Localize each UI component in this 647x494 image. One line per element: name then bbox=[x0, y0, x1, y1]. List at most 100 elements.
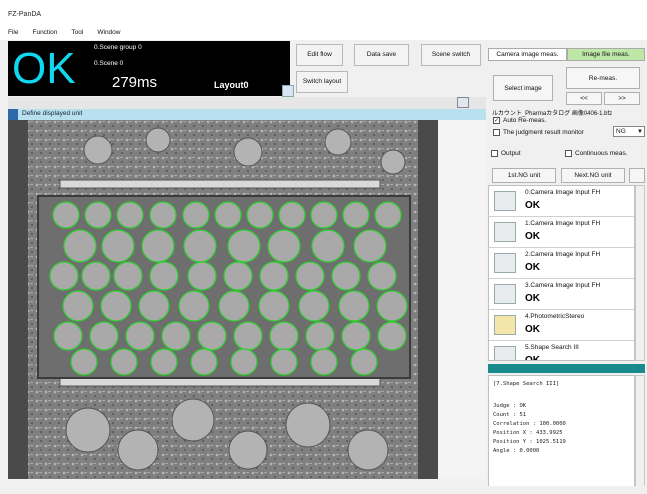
re-meas-button[interactable]: Re-meas. bbox=[566, 67, 640, 89]
auto-remeas-checkbox[interactable]: ✓ Auto Re-meas. bbox=[493, 117, 546, 124]
auto-remeas-label: Auto Re-meas. bbox=[503, 117, 547, 124]
unit-name: 4.PhotometricStereo bbox=[525, 313, 585, 320]
list-item[interactable]: 3.Camera Image Input FH OK bbox=[489, 279, 634, 310]
list-item[interactable]: 4.PhotometricStereo OK bbox=[489, 310, 634, 341]
detected-tablet bbox=[223, 261, 253, 291]
detected-tablet bbox=[141, 229, 175, 263]
detected-tablet bbox=[295, 261, 325, 291]
detected-tablet bbox=[53, 321, 83, 351]
detected-tablet bbox=[353, 229, 387, 263]
unit-name: 5.Shape Search III bbox=[525, 344, 579, 351]
image-file-path: ルカウント_Pharmaカタログ 画像0406-1.bfz bbox=[492, 111, 613, 117]
menu-tool[interactable]: Tool bbox=[63, 26, 89, 40]
detected-tablet bbox=[230, 348, 258, 376]
detected-tablet bbox=[367, 261, 397, 291]
unit-result: OK bbox=[525, 324, 540, 335]
list-item[interactable]: 1.Camera Image Input FH OK bbox=[489, 217, 634, 248]
checkmark-icon: ✓ bbox=[493, 117, 500, 124]
list-item[interactable]: 5.Shape Search III OK bbox=[489, 341, 634, 361]
menu-function[interactable]: Function bbox=[24, 26, 63, 40]
detail-line: Position X : 433.9925 bbox=[493, 430, 563, 436]
detected-tablet bbox=[138, 290, 170, 322]
unit-result: OK bbox=[525, 293, 540, 304]
detected-tablet bbox=[49, 261, 79, 291]
detected-tablet bbox=[150, 348, 178, 376]
detected-tablet bbox=[81, 261, 111, 291]
viewer-tag-icon bbox=[8, 109, 18, 120]
chevron-down-icon: ▼ bbox=[637, 129, 643, 135]
data-save-button[interactable]: Data save bbox=[354, 44, 409, 66]
output-label: Output bbox=[501, 150, 521, 157]
camera-icon bbox=[494, 253, 516, 273]
detail-line: Judge : OK bbox=[493, 403, 527, 409]
continuous-meas-label: Continuous meas. bbox=[575, 150, 628, 157]
detected-tablet bbox=[305, 321, 335, 351]
switch-layout-button[interactable]: Switch layout bbox=[296, 71, 348, 93]
detected-tablet bbox=[110, 348, 138, 376]
detected-tablet bbox=[182, 201, 210, 229]
detected-tablet bbox=[246, 201, 274, 229]
judgement-status-panel: OK 0.Scene group 0 0.Scene 0 279ms Layou… bbox=[8, 41, 294, 97]
edit-flow-button[interactable]: Edit flow bbox=[296, 44, 343, 66]
tab-camera-image-meas[interactable]: Camera image meas. bbox=[488, 48, 567, 61]
detail-scrollbar[interactable] bbox=[635, 375, 645, 489]
detail-line: Correlation : 100.0000 bbox=[493, 421, 566, 427]
detected-tablet bbox=[331, 261, 361, 291]
detected-tablet bbox=[113, 261, 143, 291]
unit-result: OK bbox=[525, 262, 540, 273]
detected-tablet bbox=[190, 348, 218, 376]
menu-bar: File Function Tool Window bbox=[0, 26, 647, 40]
detected-tablet bbox=[233, 321, 263, 351]
viewer-side-panel bbox=[438, 120, 486, 479]
tab-image-file-meas[interactable]: Image file meas. bbox=[567, 48, 645, 61]
output-checkbox[interactable]: Output bbox=[491, 150, 521, 157]
unit-list: 0.Camera Image Input FH OK 1.Camera Image… bbox=[488, 185, 635, 361]
status-strip bbox=[0, 486, 647, 494]
measurement-image[interactable] bbox=[8, 120, 438, 479]
detected-tablet bbox=[341, 321, 371, 351]
display-settings-icon[interactable] bbox=[457, 97, 469, 108]
detected-tablet bbox=[350, 348, 378, 376]
detected-tablet bbox=[258, 290, 290, 322]
list-item[interactable]: 0.Camera Image Input FH OK bbox=[489, 186, 634, 217]
detected-tablet bbox=[63, 229, 97, 263]
detected-tablet bbox=[338, 290, 370, 322]
detected-tablet bbox=[197, 321, 227, 351]
continuous-meas-checkbox[interactable]: Continuous meas. bbox=[565, 150, 627, 157]
detected-tablet bbox=[310, 348, 338, 376]
menu-file[interactable]: File bbox=[0, 26, 24, 40]
detected-tablet bbox=[183, 229, 217, 263]
unit-list-scrollbar[interactable] bbox=[635, 185, 645, 361]
detail-header-bar bbox=[488, 364, 645, 373]
menu-window[interactable]: Window bbox=[89, 26, 126, 40]
judgment-result-value: NG bbox=[616, 128, 626, 135]
scene-group-label: 0.Scene group 0 bbox=[94, 44, 142, 51]
detail-line: Position Y : 1025.5119 bbox=[493, 439, 566, 445]
scene-switch-button[interactable]: Scene switch bbox=[421, 44, 481, 66]
first-ng-unit-button[interactable]: 1st.NG unit bbox=[492, 168, 556, 183]
unit-result: OK bbox=[525, 355, 540, 361]
layout-settings-icon[interactable] bbox=[282, 85, 294, 97]
judgment-monitor-checkbox[interactable]: The judgment result monitor bbox=[493, 129, 584, 136]
detected-tablet bbox=[270, 348, 298, 376]
detail-line: Count : 51 bbox=[493, 412, 527, 418]
detected-tablet bbox=[101, 229, 135, 263]
unit-list-settings-icon[interactable] bbox=[629, 168, 645, 183]
list-item[interactable]: 2.Camera Image Input FH OK bbox=[489, 248, 634, 279]
detected-tablet bbox=[149, 201, 177, 229]
processing-time: 279ms bbox=[112, 74, 158, 91]
detected-tablet bbox=[269, 321, 299, 351]
next-ng-unit-button[interactable]: Next.NG unit bbox=[561, 168, 625, 183]
judgment-result-select[interactable]: NG ▼ bbox=[613, 126, 645, 137]
unit-name: 1.Camera Image Input FH bbox=[525, 220, 601, 227]
detected-tablet bbox=[70, 348, 98, 376]
app-window: FZ-PanDA File Function Tool Window OK 0.… bbox=[0, 0, 647, 494]
detected-tablet bbox=[374, 201, 402, 229]
next-image-button[interactable]: >> bbox=[604, 92, 640, 105]
detected-tablet bbox=[342, 201, 370, 229]
detected-tablet bbox=[149, 261, 179, 291]
select-image-button[interactable]: Select image bbox=[493, 75, 553, 101]
previous-image-button[interactable]: << bbox=[566, 92, 602, 105]
detected-tablet bbox=[161, 321, 191, 351]
unit-result: OK bbox=[525, 200, 540, 211]
